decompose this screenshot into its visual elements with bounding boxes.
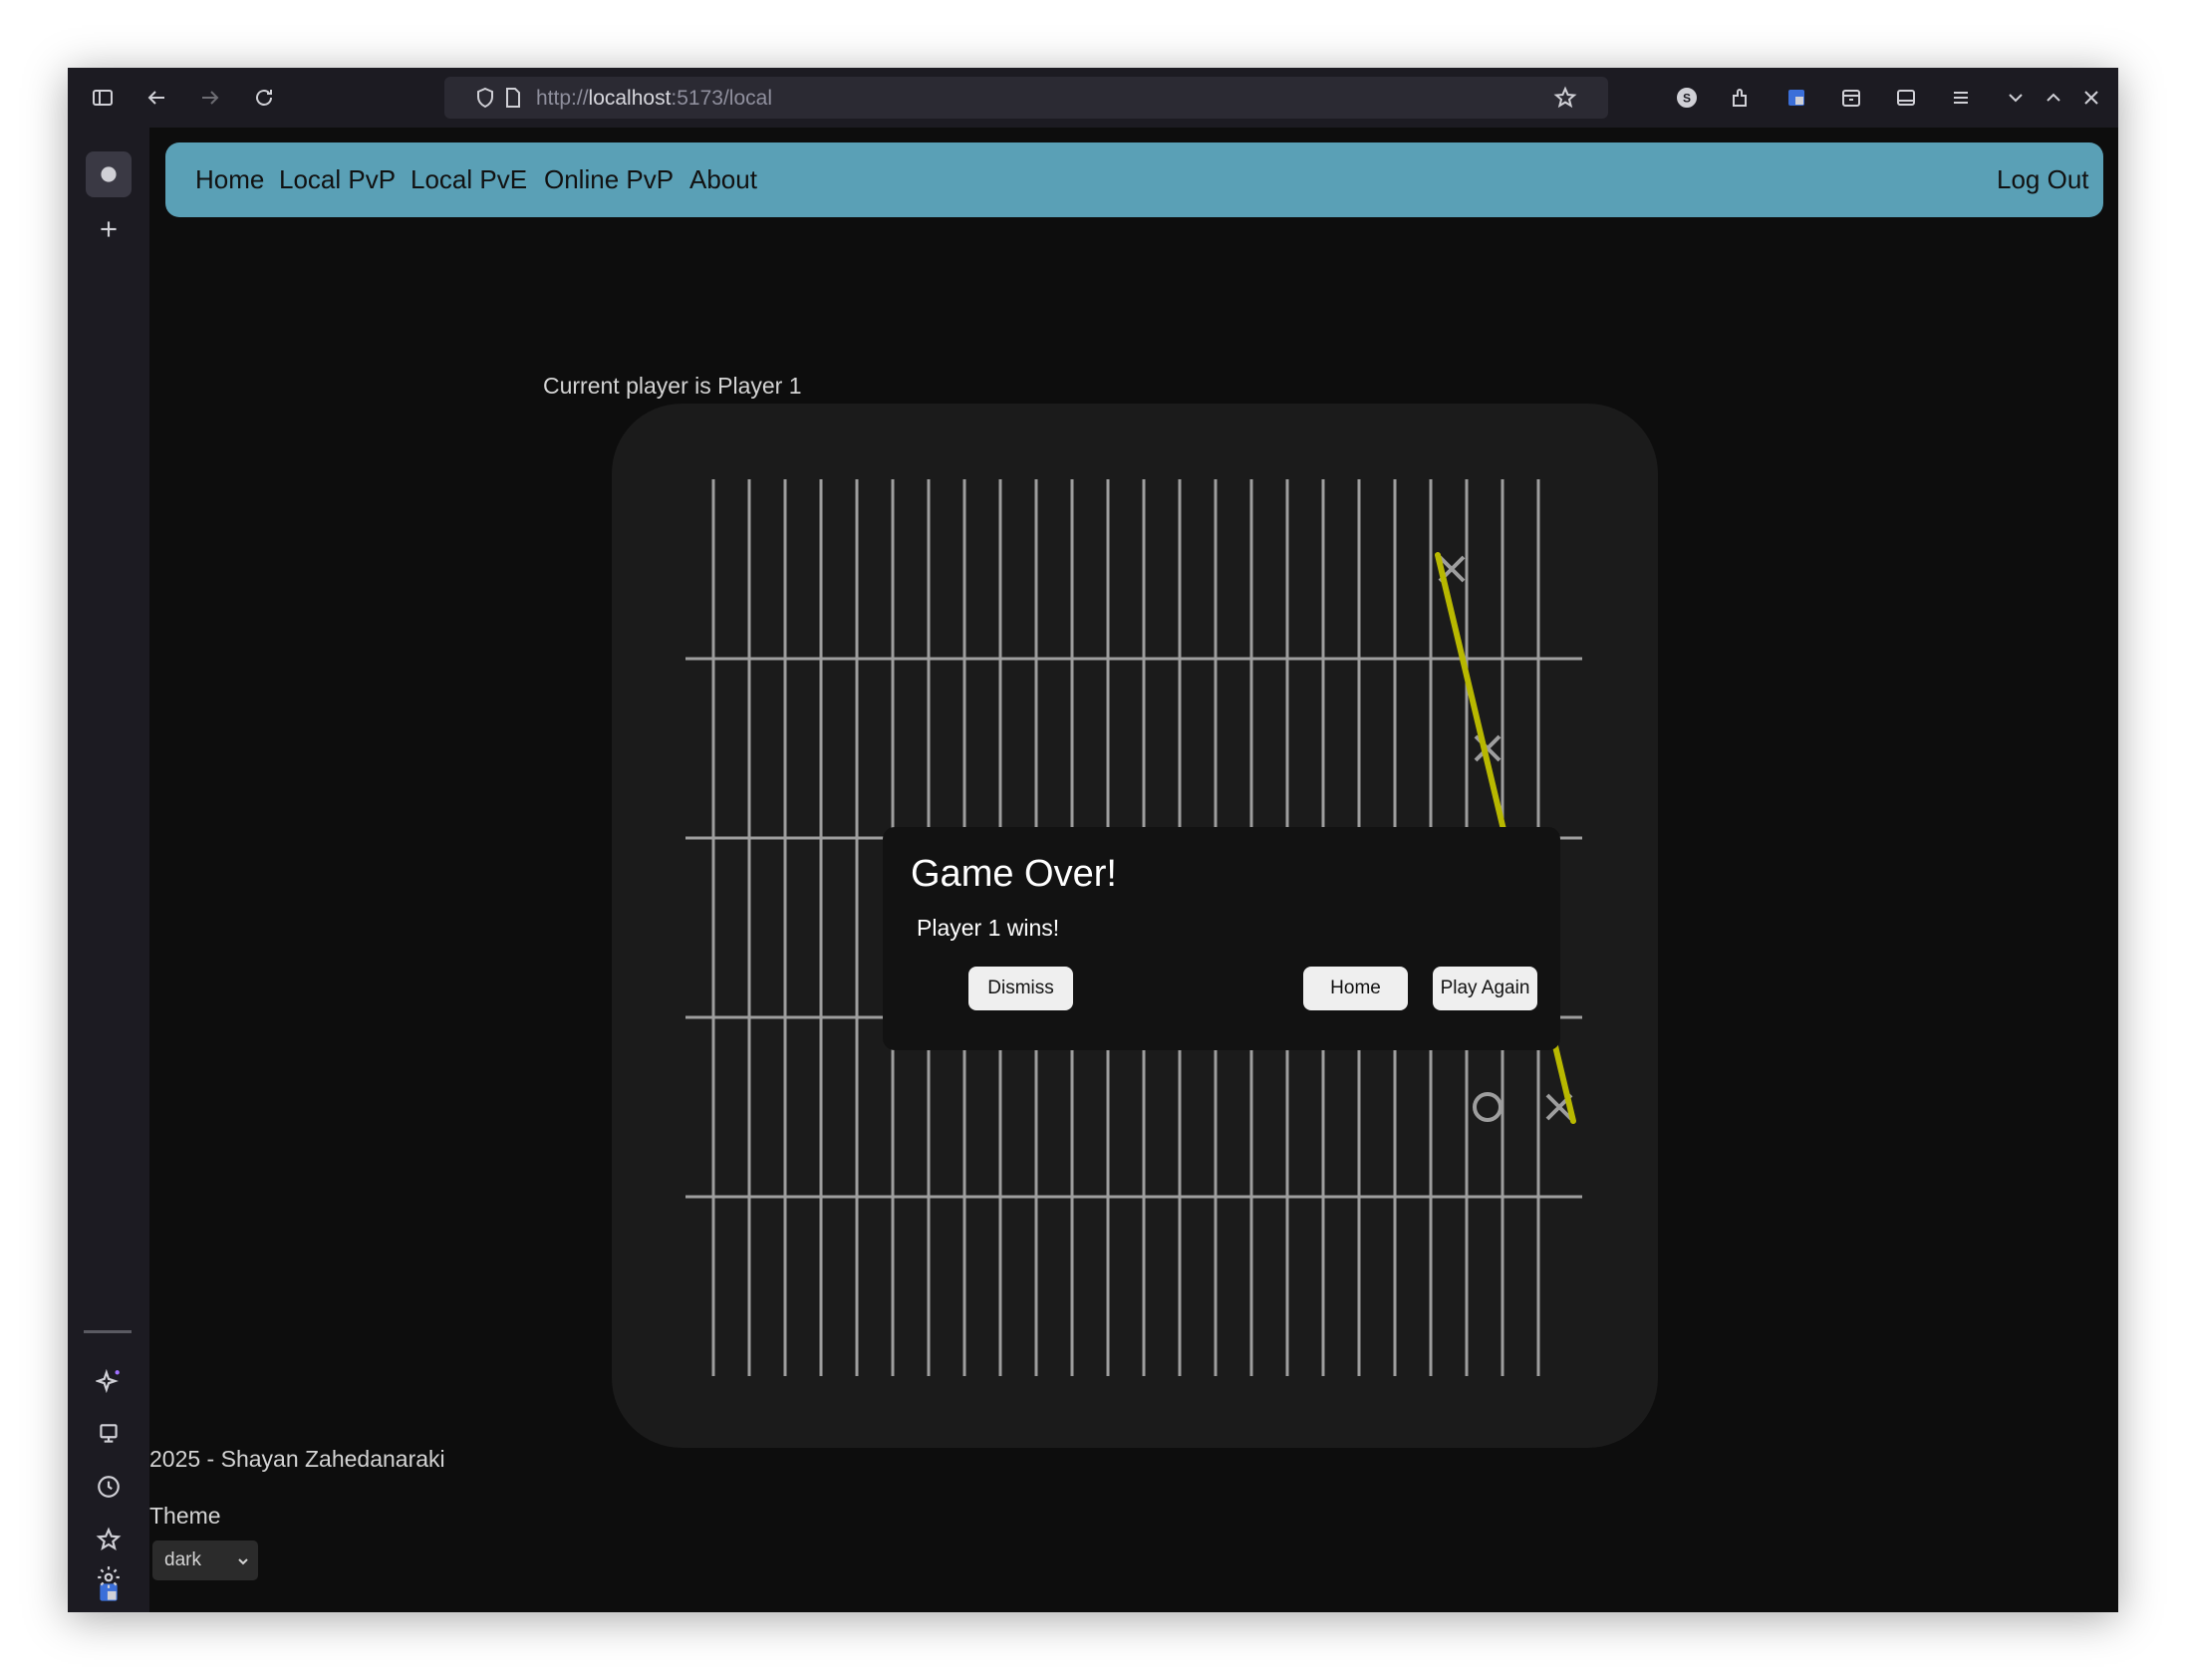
dismiss-button[interactable]: Dismiss <box>968 967 1073 1010</box>
home-button[interactable]: Home <box>1303 967 1408 1010</box>
o-mark <box>1473 1092 1502 1122</box>
top-navbar: Home Local PvP Local PvE Online PvP Abou… <box>165 142 2103 217</box>
account-icon[interactable]: S <box>1672 83 1702 113</box>
footer-credit: 2025 - Shayan Zahedanaraki <box>149 1446 445 1472</box>
url-path: :5173/local <box>671 87 772 110</box>
url-scheme: http:// <box>536 87 589 110</box>
shield-icon[interactable] <box>470 83 500 113</box>
modal-title: Game Over! <box>911 853 1117 895</box>
chevron-down-icon <box>236 1552 250 1574</box>
bitwarden-icon[interactable] <box>1781 83 1811 113</box>
game-over-modal: Game Over! Player 1 wins! Dismiss Home P… <box>883 827 1560 1050</box>
close-icon[interactable] <box>2076 83 2106 113</box>
history-icon[interactable] <box>89 1467 129 1507</box>
forward-icon[interactable] <box>195 83 225 113</box>
nav-local-pve-link[interactable]: Local PvE <box>410 164 527 195</box>
theme-select-value: dark <box>164 1549 201 1570</box>
nav-about-link[interactable]: About <box>689 164 757 195</box>
svg-text:S: S <box>1683 92 1691 106</box>
nav-home-link[interactable]: Home <box>195 164 264 195</box>
page-icon <box>498 83 528 113</box>
new-tab-icon[interactable] <box>89 209 129 249</box>
browser-sidebar <box>68 128 149 1612</box>
modal-message: Player 1 wins! <box>917 915 1060 941</box>
container-icon[interactable] <box>1836 83 1866 113</box>
theme-label: Theme <box>149 1503 221 1529</box>
url-text[interactable]: http://localhost:5173/local <box>536 87 772 111</box>
play-again-button[interactable]: Play Again <box>1433 967 1537 1010</box>
page-content: Home Local PvP Local PvE Online PvP Abou… <box>149 128 2118 1612</box>
url-host: localhost <box>588 87 672 110</box>
synced-tabs-icon[interactable] <box>89 1414 129 1454</box>
browser-window: http://localhost:5173/local S Home Local… <box>68 68 2118 1612</box>
reload-icon[interactable] <box>249 83 279 113</box>
menu-icon[interactable] <box>1946 83 1976 113</box>
tab-icon[interactable] <box>86 151 132 197</box>
sidebar-toggle-icon[interactable] <box>88 83 118 113</box>
nav-online-pvp-link[interactable]: Online PvP <box>544 164 674 195</box>
nav-local-pvp-link[interactable]: Local PvP <box>279 164 396 195</box>
minimize-icon[interactable] <box>2001 83 2031 113</box>
screenshot-icon[interactable] <box>1891 83 1921 113</box>
browser-toolbar: http://localhost:5173/local S <box>68 68 2118 128</box>
settings-icon[interactable] <box>89 1557 129 1597</box>
bookmarks-icon[interactable] <box>89 1520 129 1559</box>
ai-sparkle-icon[interactable] <box>89 1361 129 1401</box>
back-icon[interactable] <box>141 83 171 113</box>
star-icon[interactable] <box>1550 83 1580 113</box>
sidebar-divider <box>84 1330 132 1333</box>
current-player-status: Current player is Player 1 <box>543 373 802 399</box>
url-bar[interactable]: http://localhost:5173/local <box>444 77 1608 119</box>
logout-link[interactable]: Log Out <box>1997 164 2089 195</box>
extensions-icon[interactable] <box>1726 83 1756 113</box>
maximize-icon[interactable] <box>2039 83 2068 113</box>
theme-select[interactable]: dark <box>152 1540 258 1580</box>
